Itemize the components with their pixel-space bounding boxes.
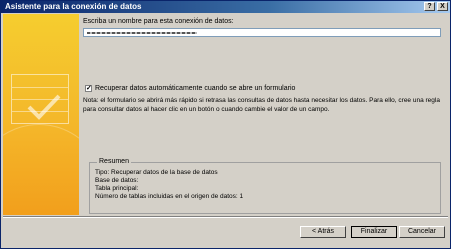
divider bbox=[3, 216, 448, 218]
summary-main-table: Tabla principal: bbox=[95, 185, 139, 192]
obscured-connection-name bbox=[87, 32, 197, 34]
checkmark-graphic-icon bbox=[27, 94, 61, 120]
help-button[interactable]: ? bbox=[424, 2, 435, 11]
wizard-side-panel bbox=[3, 14, 79, 215]
summary-database: Base de datos: bbox=[95, 177, 139, 184]
wizard-content: Escriba un nombre para esta conexión de … bbox=[83, 14, 448, 215]
connection-name-input[interactable] bbox=[83, 28, 441, 37]
summary-table-count: Número de tablas incluidas en el origen … bbox=[95, 193, 244, 200]
summary-type: Tipo: Recuperar datos de la base de dato… bbox=[95, 169, 218, 176]
connection-name-label: Escriba un nombre para esta conexión de … bbox=[83, 18, 234, 25]
title-bar[interactable]: Asistente para la conexión de datos ? X bbox=[1, 1, 450, 13]
summary-group: Resumen Tipo: Recuperar datos de la base… bbox=[89, 158, 441, 214]
window-title: Asistente para la conexión de datos bbox=[5, 2, 142, 11]
auto-retrieve-checkbox[interactable]: ✓ bbox=[85, 85, 92, 92]
cancel-button[interactable]: Cancelar bbox=[399, 226, 445, 238]
connection-wizard-dialog: Asistente para la conexión de datos ? X … bbox=[0, 0, 451, 249]
close-button[interactable]: X bbox=[437, 2, 448, 11]
summary-title: Resumen bbox=[97, 158, 131, 165]
auto-retrieve-label[interactable]: Recuperar datos automáticamente cuando s… bbox=[95, 85, 295, 92]
finish-button[interactable]: Finalizar bbox=[351, 226, 397, 238]
decorative-circle bbox=[3, 124, 79, 215]
note-text: Nota: el formulario se abrirá más rápido… bbox=[83, 97, 440, 113]
decorative-form-graphic bbox=[11, 74, 69, 124]
back-button[interactable]: < Atrás bbox=[300, 226, 346, 238]
